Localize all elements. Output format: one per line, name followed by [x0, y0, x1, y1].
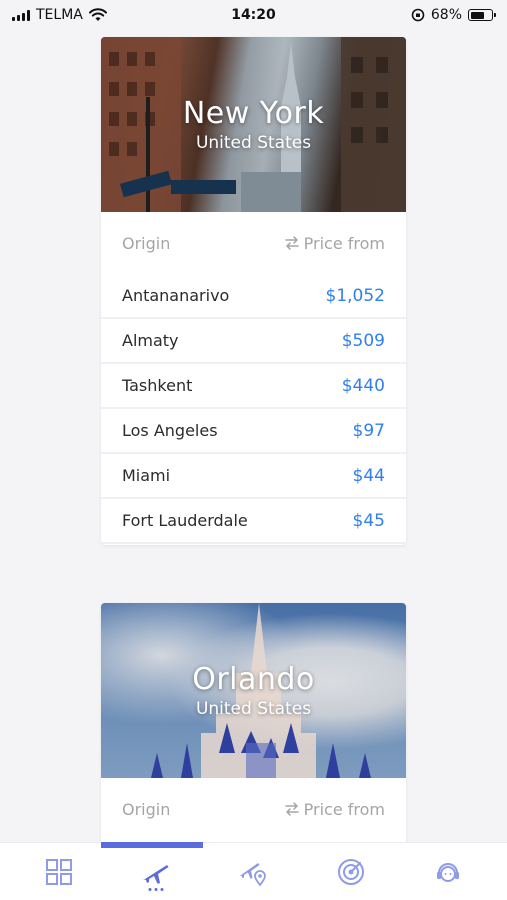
destination-hero-image[interactable]: Orlando United States [101, 603, 406, 778]
status-bar: TELMA 14:20 68% [0, 0, 507, 30]
support-agent-icon [437, 862, 460, 882]
price-column-header[interactable]: Price from [284, 800, 385, 819]
fares-list: Antananarivo $1,052 Almaty $509 Tashkent… [101, 274, 406, 544]
fare-price: $440 [341, 375, 385, 396]
airplane-icon [143, 864, 169, 884]
battery-icon [468, 9, 496, 21]
orientation-lock-icon [411, 8, 425, 22]
fares-header: Origin Price from [101, 778, 406, 840]
tab-flights[interactable] [126, 847, 186, 897]
tab-grid[interactable] [29, 847, 89, 897]
fare-row[interactable]: Miami $44 [101, 454, 406, 499]
fare-origin: Fort Lauderdale [122, 511, 248, 530]
plane-pin-icon [239, 862, 267, 886]
fare-origin: Almaty [122, 331, 179, 350]
radar-icon [337, 858, 364, 885]
wifi-icon [88, 8, 107, 21]
swap-icon[interactable] [284, 802, 300, 816]
signal-icon [12, 9, 30, 21]
destination-city: New York [182, 95, 325, 131]
fare-price: $45 [352, 510, 385, 531]
origin-column-header: Origin [122, 233, 171, 253]
destination-card-orlando[interactable]: Orlando United States Origin Price from [101, 603, 406, 863]
price-column-header[interactable]: Price from [284, 234, 385, 253]
destination-card-new-york[interactable]: New York United States Origin Price from… [101, 37, 406, 545]
grid-icon [45, 858, 72, 885]
fare-row[interactable]: Los Angeles $97 [101, 409, 406, 454]
tab-flight-location[interactable] [223, 847, 283, 897]
destination-hero-image[interactable]: New York United States [101, 37, 406, 212]
fare-row[interactable]: Antananarivo $1,052 [101, 274, 406, 319]
fare-row[interactable]: Tashkent $440 [101, 364, 406, 409]
status-left: TELMA [12, 7, 107, 23]
destination-city: Orlando [192, 661, 315, 697]
fare-price: $1,052 [325, 285, 385, 306]
swap-icon[interactable] [284, 236, 300, 250]
fare-origin: Los Angeles [122, 421, 218, 440]
fare-row[interactable]: Almaty $509 [101, 319, 406, 364]
fare-price: $97 [352, 420, 385, 441]
active-dots [148, 887, 164, 891]
fare-price: $44 [352, 465, 385, 486]
origin-column-header: Origin [122, 799, 171, 819]
fares-header: Origin Price from [101, 212, 406, 274]
carrier-label: TELMA [36, 7, 83, 23]
tab-radar[interactable] [321, 847, 381, 897]
bottom-tab-bar [0, 842, 507, 900]
tab-support[interactable] [418, 847, 478, 897]
destination-country: United States [195, 698, 312, 719]
destination-country: United States [195, 132, 312, 153]
price-header-label: Price from [303, 233, 385, 253]
price-header-label: Price from [303, 799, 385, 819]
battery-percent: 68% [430, 7, 462, 23]
fare-row[interactable]: Fort Lauderdale $45 [101, 499, 406, 544]
fare-price: $509 [341, 330, 385, 351]
battery-level [470, 11, 485, 19]
fare-origin: Tashkent [122, 376, 193, 395]
fare-origin: Antananarivo [122, 286, 230, 305]
status-right: 68% [411, 7, 496, 23]
fare-origin: Miami [122, 466, 171, 485]
